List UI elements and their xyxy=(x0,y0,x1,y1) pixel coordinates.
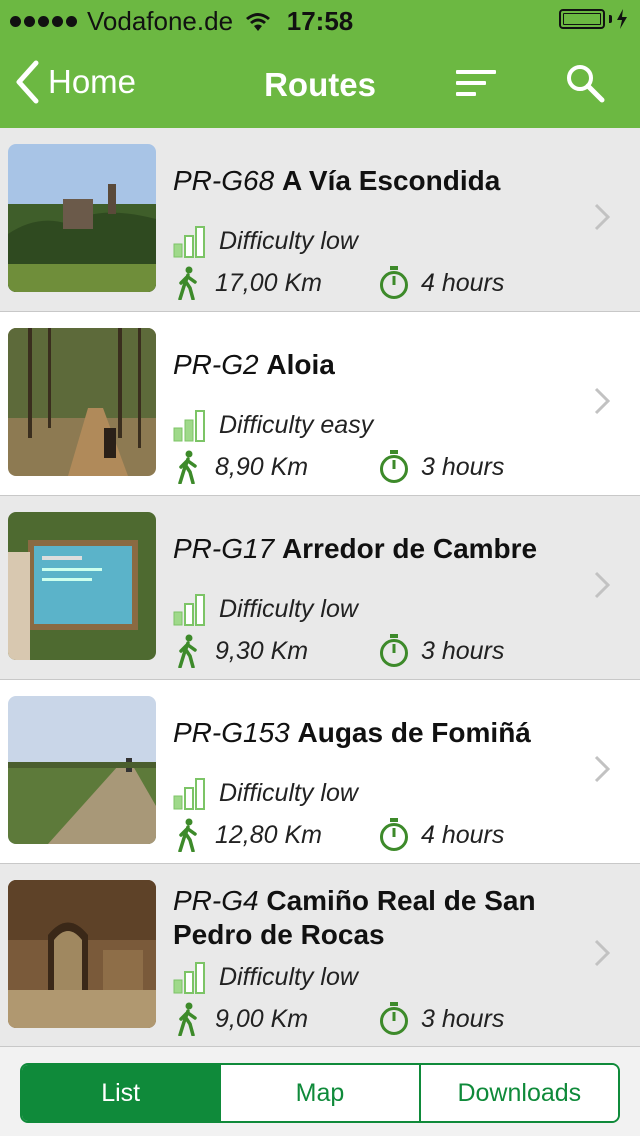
difficulty-bars-icon xyxy=(173,594,205,626)
route-name: Aloia xyxy=(266,349,335,380)
route-title: PR-G153 Augas de Fomiñá xyxy=(173,716,593,750)
difficulty-label: Difficulty low xyxy=(219,778,358,807)
back-button[interactable]: Home xyxy=(14,60,136,104)
route-title: PR-G17 Arredor de Cambre xyxy=(173,532,593,566)
difficulty-info: Difficulty low xyxy=(173,224,358,258)
segment-list[interactable]: List xyxy=(22,1065,222,1121)
difficulty-bars-icon xyxy=(173,778,205,810)
duration-value: 3 hours xyxy=(421,636,505,665)
stopwatch-icon xyxy=(380,634,408,667)
charging-bolt-icon xyxy=(617,9,627,29)
distance-value: 12,80 Km xyxy=(215,820,323,849)
sort-lines-icon[interactable] xyxy=(454,66,498,102)
duration-info: 4 hours xyxy=(379,266,504,300)
search-icon[interactable] xyxy=(564,62,606,104)
distance-info: 8,90 Km xyxy=(173,450,379,484)
route-photo-stone-church xyxy=(8,880,156,1028)
duration-value: 4 hours xyxy=(421,820,505,849)
difficulty-label: Difficulty low xyxy=(219,226,358,255)
route-photo-info-board xyxy=(8,512,156,660)
difficulty-info: Difficulty low xyxy=(173,776,358,810)
disclosure-chevron-icon xyxy=(594,755,610,783)
disclosure-chevron-icon xyxy=(594,203,610,231)
walking-person-icon xyxy=(178,634,197,668)
difficulty-bars-icon xyxy=(173,410,205,442)
route-list-item[interactable]: PR-G2 Aloia Difficulty easy 8,90 Km 3 ho… xyxy=(0,312,640,496)
disclosure-chevron-icon xyxy=(594,939,610,967)
route-list-item[interactable]: PR-G17 Arredor de Cambre Difficulty low xyxy=(0,496,640,680)
route-stats: 12,80 Km 4 hours xyxy=(173,818,504,852)
distance-value: 9,00 Km xyxy=(215,1004,309,1033)
distance-info: 9,30 Km xyxy=(173,634,379,668)
distance-info: 9,00 Km xyxy=(173,1002,379,1036)
difficulty-info: Difficulty low xyxy=(173,960,358,994)
walking-person-icon xyxy=(178,818,197,852)
route-code: PR-G68 xyxy=(173,165,275,196)
route-stats: 9,00 Km 3 hours xyxy=(173,1002,504,1036)
route-photo-forest-path xyxy=(8,328,156,476)
route-title: PR-G4 Camiño Real de San Pedro de Rocas xyxy=(173,884,593,952)
duration-info: 3 hours xyxy=(379,1002,504,1036)
duration-value: 3 hours xyxy=(421,1004,505,1033)
route-list-item[interactable]: PR-G153 Augas de Fomiñá Difficulty low 1… xyxy=(0,680,640,864)
distance-info: 17,00 Km xyxy=(173,266,379,300)
route-code: PR-G17 xyxy=(173,533,275,564)
duration-value: 3 hours xyxy=(421,452,505,481)
distance-info: 12,80 Km xyxy=(173,818,379,852)
difficulty-bars-icon xyxy=(173,226,205,258)
duration-value: 4 hours xyxy=(421,268,505,297)
difficulty-label: Difficulty low xyxy=(219,962,358,991)
segment-map[interactable]: Map xyxy=(221,1065,421,1121)
segment-downloads[interactable]: Downloads xyxy=(420,1065,618,1121)
stopwatch-icon xyxy=(380,450,408,483)
battery-icon xyxy=(559,9,628,29)
route-list-item[interactable]: PR-G4 Camiño Real de San Pedro de Rocas … xyxy=(0,864,640,1046)
route-name: Augas de Fomiñá xyxy=(297,717,531,748)
route-title: PR-G68 A Vía Escondida xyxy=(173,164,593,198)
duration-info: 3 hours xyxy=(379,634,504,668)
distance-value: 17,00 Km xyxy=(215,268,323,297)
route-photo-country-road xyxy=(8,696,156,844)
disclosure-chevron-icon xyxy=(594,571,610,599)
route-photo-landscape-hill xyxy=(8,144,156,292)
status-bar: Vodafone.de 17:58 xyxy=(0,0,640,40)
route-list: PR-G68 A Vía Escondida Difficulty low 17… xyxy=(0,128,640,1046)
disclosure-chevron-icon xyxy=(594,387,610,415)
walking-person-icon xyxy=(178,450,197,484)
route-stats: 8,90 Km 3 hours xyxy=(173,450,504,484)
stopwatch-icon xyxy=(380,1002,408,1035)
view-segmented-control: List Map Downloads xyxy=(20,1063,620,1123)
route-name: Arredor de Cambre xyxy=(281,533,538,564)
duration-info: 3 hours xyxy=(379,450,504,484)
view-switcher-bar: List Map Downloads xyxy=(0,1046,640,1136)
route-code: PR-G153 xyxy=(173,717,290,748)
stopwatch-icon xyxy=(380,818,408,851)
duration-info: 4 hours xyxy=(379,818,504,852)
route-stats: 17,00 Km 4 hours xyxy=(173,266,504,300)
walking-person-icon xyxy=(178,266,197,300)
walking-person-icon xyxy=(178,1002,197,1036)
route-code: PR-G2 xyxy=(173,349,259,380)
difficulty-info: Difficulty low xyxy=(173,592,358,626)
distance-value: 8,90 Km xyxy=(215,452,309,481)
route-stats: 9,30 Km 3 hours xyxy=(173,634,504,668)
route-code: PR-G4 xyxy=(173,885,259,916)
stopwatch-icon xyxy=(380,266,408,299)
difficulty-label: Difficulty low xyxy=(219,594,358,623)
route-title: PR-G2 Aloia xyxy=(173,348,593,382)
back-button-label: Home xyxy=(48,63,137,100)
navigation-bar: Home Routes xyxy=(0,40,640,128)
route-list-item[interactable]: PR-G68 A Vía Escondida Difficulty low 17… xyxy=(0,128,640,312)
status-time: 17:58 xyxy=(286,6,354,36)
route-name: A Vía Escondida xyxy=(281,165,501,196)
distance-value: 9,30 Km xyxy=(215,636,309,665)
difficulty-label: Difficulty easy xyxy=(219,410,374,439)
difficulty-bars-icon xyxy=(173,962,205,994)
difficulty-info: Difficulty easy xyxy=(173,408,373,442)
app-screen: Vodafone.de 17:58 Home Routes PR-G68 A V… xyxy=(0,0,640,1136)
back-chevron-icon xyxy=(16,60,39,104)
